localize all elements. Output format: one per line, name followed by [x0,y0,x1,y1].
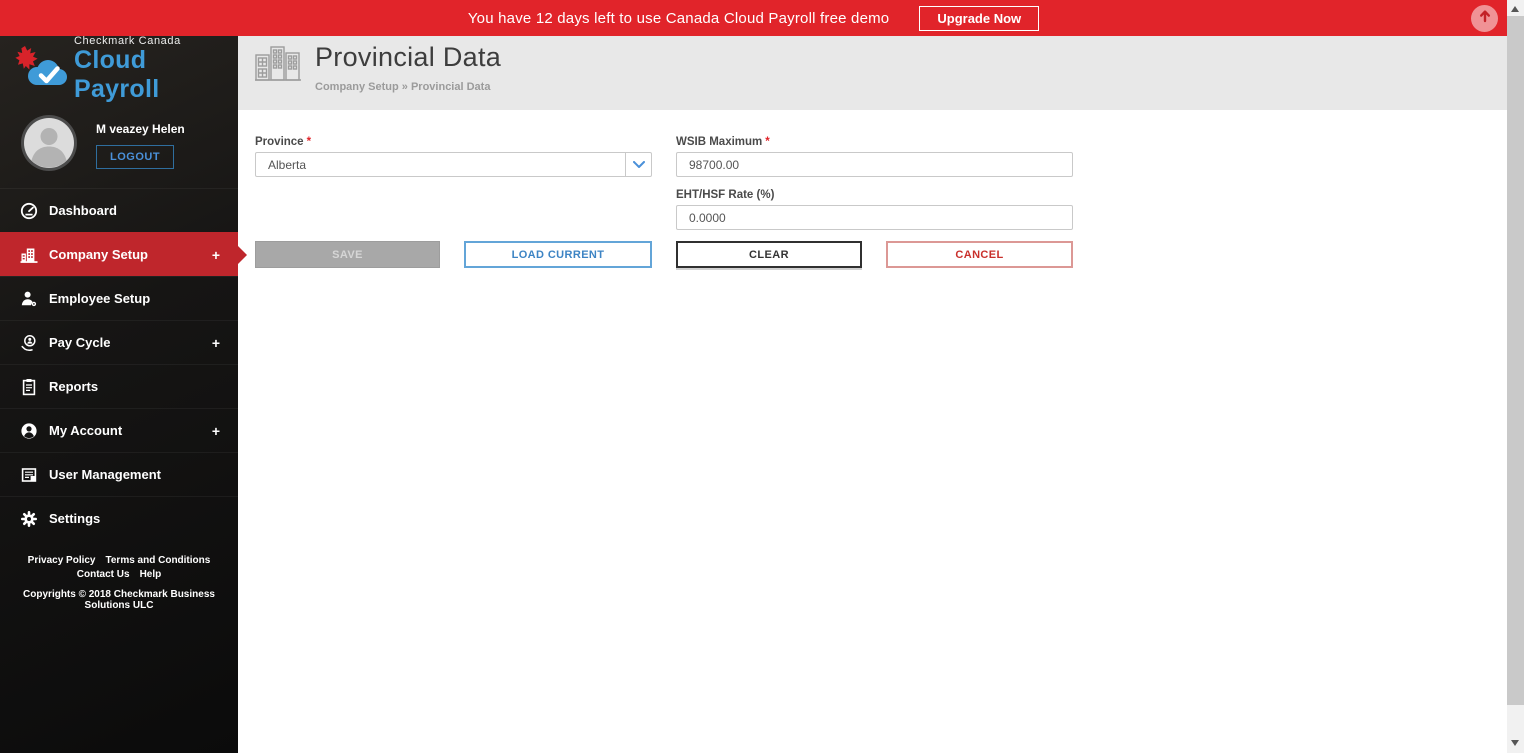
sidebar-item-label: Dashboard [49,203,117,218]
wsib-maximum-input[interactable] [676,152,1073,177]
breadcrumb: Company Setup » Provincial Data [315,81,491,93]
sidebar-item-label: Reports [49,379,99,394]
sidebar-item-settings[interactable]: Settings [0,496,238,540]
expand-plus-icon[interactable]: + [212,423,220,439]
app-logo: Checkmark Canada Cloud Payroll [0,35,238,103]
terms-link[interactable]: Terms and Conditions [106,554,211,568]
scrollbar-down-arrow-icon[interactable] [1511,740,1519,746]
clear-button[interactable]: CLEAR [676,241,862,268]
contact-us-link[interactable]: Contact Us [77,568,130,582]
cancel-button[interactable]: CANCEL [886,241,1073,268]
main-content: Provincial Data Company Setup » Provinci… [238,36,1507,753]
sidebar: Checkmark Canada Cloud Payroll M veazey … [0,35,247,753]
load-current-button[interactable]: LOAD CURRENT [464,241,652,268]
user-management-icon [20,466,38,484]
sidebar-nav: Dashboard Company Setup + Employee Setup… [0,188,247,540]
my-account-icon [20,422,38,440]
reports-icon [20,378,38,396]
employee-setup-icon [20,290,38,308]
province-select[interactable]: Alberta [255,152,652,177]
company-setup-icon [20,246,38,264]
sidebar-item-pay-cycle[interactable]: Pay Cycle + [0,320,238,364]
pay-cycle-icon [20,334,38,352]
arrow-up-icon [1478,9,1492,28]
province-selected-value: Alberta [268,157,307,172]
eht-rate-input[interactable] [676,205,1073,230]
scrollbar-up-arrow-icon[interactable] [1511,6,1519,12]
upgrade-now-button[interactable]: Upgrade Now [919,5,1040,31]
user-panel: M veazey Helen LOGOUT [0,102,238,188]
maple-leaf [15,45,38,70]
expand-plus-icon[interactable]: + [212,335,220,351]
sidebar-item-employee-setup[interactable]: Employee Setup [0,276,238,320]
expand-plus-icon[interactable]: + [212,247,220,263]
copyright-text: Copyrights © 2018 Checkmark Business Sol… [23,589,215,611]
vertical-scrollbar[interactable] [1507,0,1524,753]
sidebar-item-my-account[interactable]: My Account + [0,408,238,452]
chevron-down-icon[interactable] [625,153,651,176]
sidebar-item-label: My Account [49,423,123,438]
trial-message: You have 12 days left to use Canada Clou… [467,9,890,27]
eht-rate-label: EHT/HSF Rate (%) [676,189,775,201]
user-name: M veazey Helen [96,121,185,136]
save-button[interactable]: SAVE [255,241,440,268]
sidebar-footer: Privacy Policy Terms and ConditionsContac… [0,554,238,611]
sidebar-item-reports[interactable]: Reports [0,364,238,408]
settings-icon [20,510,38,528]
page-title: Provincial Data [315,42,502,72]
scrollbar-thumb[interactable] [1507,16,1524,705]
help-link[interactable]: Help [140,568,162,582]
dashboard-icon [20,202,38,220]
sidebar-item-label: Settings [49,511,101,526]
avatar [20,114,78,177]
wsib-maximum-label: WSIB Maximum * [676,136,770,148]
privacy-policy-link[interactable]: Privacy Policy [28,554,96,568]
sidebar-item-label: Pay Cycle [49,335,111,350]
logo-text-bottom: Cloud Payroll [74,45,160,103]
trial-banner: You have 12 days left to use Canada Clou… [0,0,1507,36]
sidebar-item-company-setup[interactable]: Company Setup + [0,232,247,276]
buildings-icon [255,43,301,88]
logout-button[interactable]: LOGOUT [96,144,175,169]
sidebar-item-label: User Management [49,467,161,482]
sidebar-item-label: Company Setup [49,247,148,262]
required-asterisk: * [306,136,312,148]
sidebar-item-label: Employee Setup [49,291,151,306]
scroll-to-top-button[interactable] [1471,5,1498,32]
page-header: Provincial Data Company Setup » Provinci… [238,36,1507,110]
required-asterisk: * [765,136,770,148]
sidebar-item-user-management[interactable]: User Management [0,452,238,496]
cloud-payroll-logo-icon [12,44,70,95]
sidebar-item-dashboard[interactable]: Dashboard [0,188,238,232]
province-label: Province * [255,136,312,148]
